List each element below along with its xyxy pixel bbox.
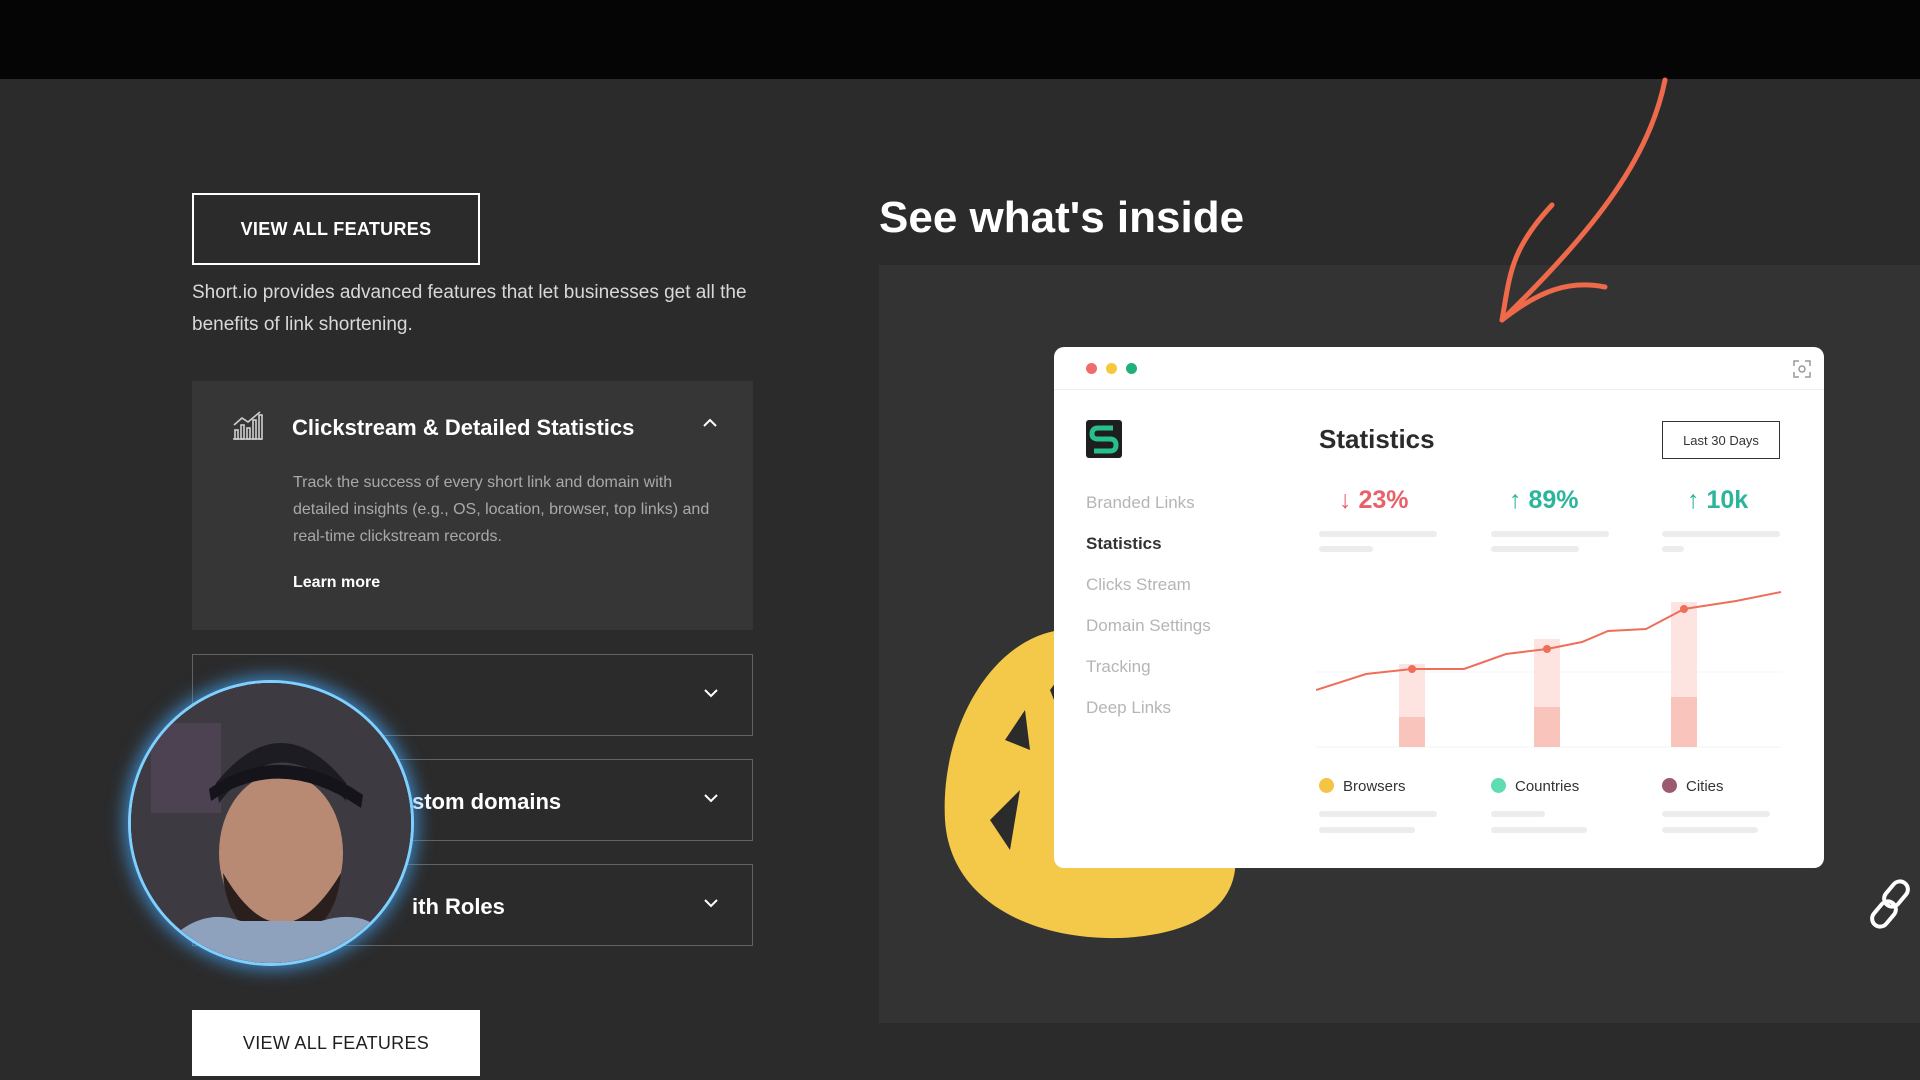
accordion-title: ith Roles [412, 894, 505, 919]
hand-drawn-arrow-decoration [1499, 77, 1668, 323]
placeholder-line [1662, 827, 1758, 833]
learn-more-link[interactable]: Learn more [293, 574, 380, 592]
arrow-up-icon: ↑ [1687, 486, 1700, 514]
legend-label-countries: Countries [1515, 778, 1580, 795]
sidebar-item-clicks-stream[interactable]: Clicks Stream [1086, 575, 1191, 595]
sidebar-item-tracking[interactable]: Tracking [1086, 657, 1151, 677]
expand-icon[interactable] [1793, 360, 1811, 383]
chart-point [1680, 605, 1688, 613]
top-black-bar [0, 0, 1920, 79]
legend-dot-countries [1491, 778, 1506, 793]
statistics-line-chart [1316, 591, 1782, 748]
chevron-down-icon[interactable] [703, 895, 719, 916]
placeholder-line [1491, 546, 1579, 552]
chevron-down-icon[interactable] [703, 685, 719, 706]
stat-metric-1: ↓ 23% [1339, 486, 1409, 514]
sidebar-item-domain-settings[interactable]: Domain Settings [1086, 616, 1211, 636]
chevron-up-icon[interactable] [702, 415, 718, 436]
chart-point [1543, 645, 1551, 653]
accordion-title: stom domains [412, 789, 562, 814]
sidebar-item-branded-links[interactable]: Branded Links [1086, 493, 1195, 513]
sidebar-item-deep-links[interactable]: Deep Links [1086, 698, 1171, 718]
window-dot-yellow [1106, 363, 1117, 374]
webcam-overlay [131, 683, 411, 963]
placeholder-line [1662, 531, 1780, 537]
date-range-button[interactable]: Last 30 Days [1662, 421, 1780, 459]
placeholder-line [1662, 811, 1770, 817]
legend-label-browsers: Browsers [1343, 778, 1406, 795]
stat-metric-3: ↑ 10k [1687, 486, 1749, 514]
window-dot-red [1086, 363, 1097, 374]
chart-point [1408, 665, 1416, 673]
link-chain-icon [1868, 878, 1918, 935]
placeholder-line [1319, 546, 1373, 552]
legend-label-cities: Cities [1686, 778, 1724, 795]
view-all-features-button-top[interactable]: VIEW ALL FEATURES [192, 193, 480, 265]
legend-dot-cities [1662, 778, 1677, 793]
accordion-title: Clickstream & Detailed Statistics [292, 415, 635, 440]
placeholder-line [1491, 531, 1609, 537]
accordion-description: Track the success of every short link an… [293, 474, 710, 545]
arrow-down-icon: ↓ [1339, 486, 1352, 514]
legend-dot-browsers [1319, 778, 1334, 793]
placeholder-line [1662, 546, 1684, 552]
bar-chart-icon [230, 411, 264, 446]
window-titlebar-divider [1054, 389, 1824, 390]
placeholder-line [1491, 827, 1587, 833]
statistics-title: Statistics [1319, 424, 1435, 454]
shortio-logo-icon [1086, 420, 1122, 463]
sidebar-item-statistics[interactable]: Statistics [1086, 534, 1162, 554]
arrow-up-icon: ↑ [1509, 486, 1522, 514]
chart-bar [1671, 697, 1697, 747]
view-all-features-button-bottom[interactable]: VIEW ALL FEATURES [192, 1010, 480, 1076]
chart-bar [1399, 717, 1425, 747]
stat-metric-2: ↑ 89% [1509, 486, 1579, 514]
app-preview-window: Branded Links Statistics Clicks Stream D… [1054, 347, 1824, 868]
placeholder-line [1319, 531, 1437, 537]
window-dot-green [1126, 363, 1137, 374]
placeholder-line [1491, 811, 1545, 817]
accordion-item-clickstream[interactable]: Clickstream & Detailed Statistics Track … [192, 381, 753, 630]
see-whats-inside-heading: See what's inside [879, 193, 1245, 242]
chevron-down-icon[interactable] [703, 790, 719, 811]
features-intro-text: Short.io provides advanced features that… [192, 282, 747, 335]
placeholder-line [1319, 827, 1415, 833]
chart-bar [1534, 707, 1560, 747]
placeholder-line [1319, 811, 1437, 817]
